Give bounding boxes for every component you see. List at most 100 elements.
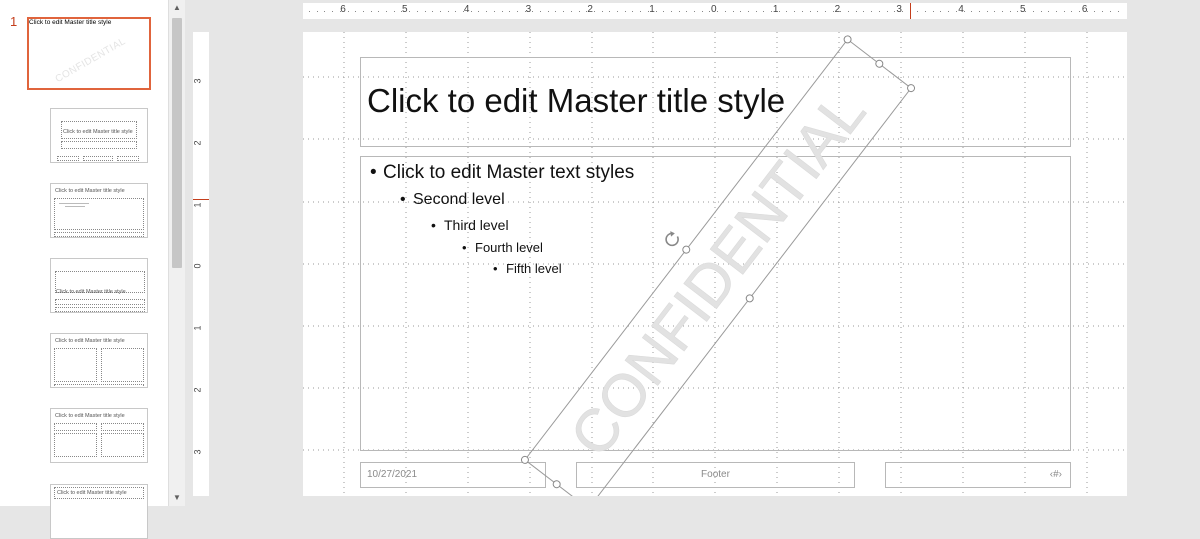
ruler-tick bbox=[1017, 11, 1019, 12]
ruler-tick bbox=[601, 11, 603, 12]
ruler-tick bbox=[439, 11, 441, 12]
ruler-v-label: 0 bbox=[192, 263, 203, 269]
ruler-h-label: 2 bbox=[587, 4, 593, 15]
ruler-tick bbox=[824, 11, 826, 12]
ruler-tick bbox=[1040, 11, 1042, 12]
thumbnail-layout-content[interactable]: Click to edit Master title style bbox=[50, 183, 148, 238]
slide-thumbnail-pane[interactable]: 1 Click to edit Master title style CONFI… bbox=[0, 0, 168, 539]
ruler-tick bbox=[463, 11, 464, 12]
ruler-tick bbox=[509, 11, 511, 12]
ruler-tick bbox=[709, 11, 711, 12]
slide-master-canvas[interactable]: Click to edit Master title style Click t… bbox=[303, 32, 1127, 496]
rotate-handle-icon[interactable] bbox=[663, 230, 680, 247]
ruler-tick bbox=[655, 11, 657, 12]
ruler-tick bbox=[493, 11, 495, 12]
ruler-tick bbox=[678, 11, 680, 12]
ruler-tick bbox=[1086, 11, 1088, 12]
ruler-tick bbox=[940, 11, 942, 12]
ruler-tick bbox=[948, 11, 950, 12]
thumbnail-scrollbar[interactable]: ▲ ▼ bbox=[168, 0, 185, 506]
ruler-tick bbox=[1032, 11, 1034, 12]
ruler-tick bbox=[1048, 11, 1050, 12]
ruler-tick bbox=[617, 11, 618, 12]
ruler-tick bbox=[486, 11, 488, 12]
resize-handle[interactable] bbox=[906, 83, 916, 93]
ruler-tick bbox=[817, 11, 819, 12]
ruler-tick bbox=[971, 11, 973, 12]
ruler-tick bbox=[409, 11, 411, 12]
ruler-v-label: 2 bbox=[192, 387, 203, 393]
scrollbar-thumb[interactable] bbox=[172, 18, 182, 268]
ruler-v-label: 1 bbox=[192, 325, 203, 331]
ruler-h-label: 3 bbox=[525, 4, 532, 15]
ruler-tick bbox=[855, 11, 857, 12]
ruler-tick bbox=[755, 11, 757, 12]
ruler-tick bbox=[701, 11, 703, 12]
ruler-tick bbox=[932, 11, 934, 12]
thumbnail-layout-section[interactable]: Click to edit Master title style bbox=[50, 258, 148, 313]
ruler-tick bbox=[901, 11, 903, 12]
ruler-tick bbox=[963, 11, 965, 12]
ruler-tick bbox=[1079, 11, 1080, 12]
ruler-tick bbox=[801, 11, 803, 12]
resize-handle[interactable] bbox=[552, 479, 562, 489]
ruler-tick bbox=[555, 11, 557, 12]
ruler-tick bbox=[632, 11, 634, 12]
ruler-h-label: 1 bbox=[772, 4, 779, 15]
ruler-tick bbox=[1071, 11, 1073, 12]
vertical-ruler[interactable]: 3 2 1 0 1 2 3 bbox=[193, 32, 209, 496]
thumbnail-title: Click to edit Master title style bbox=[55, 338, 125, 344]
ruler-tick bbox=[694, 11, 695, 12]
ruler-tick bbox=[1102, 11, 1104, 12]
ruler-v-label: 2 bbox=[192, 140, 203, 146]
thumbnail-layout-title[interactable]: Click to edit Master title style bbox=[50, 108, 148, 163]
ruler-tick bbox=[763, 11, 765, 12]
watermark-textbox[interactable]: CONFIDENTIAL bbox=[303, 32, 1127, 496]
ruler-tick bbox=[501, 11, 503, 12]
ruler-tick bbox=[362, 11, 364, 12]
watermark-text[interactable]: CONFIDENTIAL bbox=[557, 78, 879, 469]
thumbnail-layout-title-only[interactable]: Click to edit Master title style bbox=[50, 484, 148, 539]
scroll-up-icon[interactable]: ▲ bbox=[169, 0, 185, 16]
ruler-h-label: 5 bbox=[402, 4, 408, 15]
ruler-position-marker bbox=[910, 3, 911, 19]
ruler-tick bbox=[1094, 11, 1096, 12]
ruler-tick bbox=[832, 11, 834, 12]
ruler-tick bbox=[447, 11, 449, 12]
ruler-tick bbox=[732, 11, 734, 12]
ruler-tick bbox=[524, 11, 526, 12]
ruler-tick bbox=[424, 11, 426, 12]
resize-handle[interactable] bbox=[520, 455, 530, 465]
ruler-tick bbox=[1063, 11, 1065, 12]
ruler-tick bbox=[624, 11, 626, 12]
ruler-tick bbox=[986, 11, 988, 12]
thumbnail-title: Click to edit Master title style bbox=[29, 19, 112, 26]
ruler-tick bbox=[563, 11, 565, 12]
ruler-tick bbox=[432, 11, 434, 12]
ruler-tick bbox=[771, 11, 772, 12]
resize-handle[interactable] bbox=[745, 293, 755, 303]
ruler-tick bbox=[609, 11, 611, 12]
ruler-tick bbox=[1025, 11, 1027, 12]
thumbnail-layout-comparison[interactable]: Click to edit Master title style bbox=[50, 408, 148, 463]
ruler-tick bbox=[778, 11, 780, 12]
resize-handle[interactable] bbox=[681, 245, 691, 255]
ruler-tick bbox=[740, 11, 742, 12]
ruler-tick bbox=[516, 11, 518, 12]
ruler-h-label: 6 bbox=[340, 4, 346, 15]
thumbnail-layout-two-content[interactable]: Click to edit Master title style bbox=[50, 333, 148, 388]
ruler-h-label: 4 bbox=[958, 4, 964, 15]
horizontal-ruler[interactable]: 6 5 4 3 2 1 0 1 2 3 4 5 6 bbox=[303, 3, 1127, 19]
thumbnail-slide-master[interactable]: Click to edit Master title style CONFIDE… bbox=[27, 17, 151, 90]
slide-number: 1 bbox=[10, 14, 18, 29]
ruler-v-label: 3 bbox=[192, 78, 203, 84]
ruler-tick bbox=[455, 11, 457, 12]
ruler-tick bbox=[955, 11, 957, 12]
ruler-tick bbox=[416, 11, 418, 12]
ruler-tick bbox=[717, 11, 719, 12]
scroll-down-icon[interactable]: ▼ bbox=[169, 490, 185, 506]
ruler-h-label: 5 bbox=[1020, 4, 1026, 15]
ruler-tick bbox=[917, 11, 919, 12]
resize-handle[interactable] bbox=[843, 35, 853, 45]
resize-handle[interactable] bbox=[874, 59, 884, 69]
